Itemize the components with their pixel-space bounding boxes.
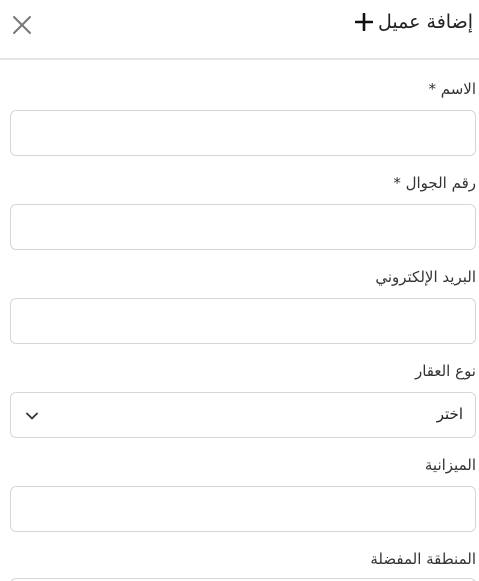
budget-input[interactable] (10, 486, 476, 532)
chevron-down-icon (26, 412, 38, 420)
dialog-header: إضافة عميل (0, 0, 479, 60)
property-type-label: نوع العقار (414, 362, 476, 380)
property-type-select[interactable]: اختر (10, 392, 476, 438)
name-label: الاسم * (428, 80, 476, 98)
email-input[interactable] (10, 298, 476, 344)
mobile-input[interactable] (10, 204, 476, 250)
preferred-area-label: المنطقة المفضلة (370, 550, 476, 568)
name-input[interactable] (10, 110, 476, 156)
budget-label: الميزانية (424, 456, 476, 474)
property-type-selected-value: اختر (436, 405, 463, 423)
dialog-title: إضافة عميل (378, 11, 473, 33)
mobile-label: رقم الجوال * (393, 174, 476, 192)
close-icon[interactable] (11, 14, 33, 36)
dialog-title-group: إضافة عميل (355, 11, 473, 33)
plus-icon (355, 13, 374, 31)
email-label: البريد الإلكتروني (375, 268, 476, 286)
